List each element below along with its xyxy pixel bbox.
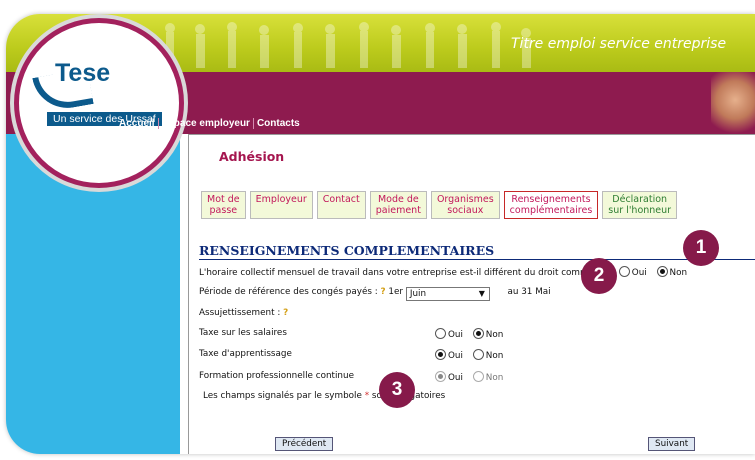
page-title: Adhésion — [219, 149, 285, 164]
help-icon[interactable]: ? — [381, 287, 386, 297]
taxe-apprentissage-options: Oui Non — [435, 349, 510, 361]
horaire-oui-label: Oui — [631, 268, 647, 278]
main-content: Adhésion Mot de passe Employeur Contact … — [180, 134, 755, 454]
formation-oui-radio[interactable] — [435, 371, 446, 382]
content-panel: Adhésion Mot de passe Employeur Contact … — [188, 134, 755, 454]
tab-mot-de-passe[interactable]: Mot de passe — [201, 191, 246, 219]
callout-badge-1: 1 — [683, 230, 719, 266]
tab-renseignements-complementaires[interactable]: Renseignements complémentaires — [503, 191, 599, 219]
taxe-apprentissage-non-label: Non — [485, 351, 504, 361]
horaire-row: L'horaire collectif mensuel de travail d… — [199, 266, 694, 278]
required-note-before: Les champs signalés par le symbole — [203, 391, 362, 401]
formation-label: Formation professionnelle continue — [199, 371, 354, 381]
callout-badge-3: 3 — [379, 372, 415, 408]
callout-badge-2: 2 — [581, 258, 617, 294]
formation-options: Oui Non — [435, 371, 510, 383]
required-star: * — [364, 391, 370, 401]
taxe-apprentissage-oui-radio[interactable] — [435, 349, 446, 360]
banner-title: Titre emploi service entreprise — [511, 36, 727, 52]
nav-item-contacts[interactable]: Contacts — [254, 118, 303, 129]
taxe-salaires-options: Oui Non — [435, 328, 510, 340]
taxe-apprentissage-oui-label: Oui — [448, 351, 463, 361]
wizard-tabs: Mot de passe Employeur Contact Mode de p… — [201, 191, 678, 219]
nav-item-accueil[interactable]: Accueil — [116, 118, 159, 129]
periode-prefix: 1er — [388, 287, 404, 297]
taxe-apprentissage-row: Taxe d'apprentissage — [199, 349, 292, 359]
nav-item-espace-employeur[interactable]: Espace employeur — [159, 118, 254, 129]
person-photo-image — [711, 72, 755, 134]
logo-text: Tese — [55, 59, 111, 87]
month-select[interactable]: Juin ▼ — [405, 287, 490, 301]
periode-suffix: au 31 Mai — [507, 287, 551, 297]
help-icon[interactable]: ? — [283, 308, 288, 318]
horaire-non-radio[interactable] — [656, 266, 668, 277]
next-button[interactable]: Suivant — [648, 437, 696, 451]
formation-oui-label: Oui — [448, 373, 463, 383]
assujettissement-row: Assujettissement : ? — [199, 308, 288, 318]
tab-employeur[interactable]: Employeur — [249, 191, 313, 219]
tab-mode-de-paiement[interactable]: Mode de paiement — [369, 191, 427, 219]
formation-non-label: Non — [485, 373, 504, 383]
horaire-oui-radio[interactable] — [618, 266, 630, 277]
tab-declaration[interactable]: Déclaration sur l'honneur — [602, 191, 678, 219]
horaire-non-label: Non — [669, 268, 688, 278]
formation-row: Formation professionnelle continue — [199, 371, 354, 381]
taxe-salaires-oui-label: Oui — [448, 330, 463, 340]
taxe-salaires-non-label: Non — [485, 330, 504, 340]
assujettissement-label: Assujettissement : — [199, 308, 281, 318]
tese-logo[interactable]: Tese Un service des Urssaf — [14, 18, 184, 188]
people-silhouettes-image — [165, 22, 531, 68]
taxe-salaires-non-radio[interactable] — [472, 328, 484, 339]
taxe-salaires-oui-radio[interactable] — [435, 328, 446, 339]
section-title: RENSEIGNEMENTS COMPLEMENTAIRES — [199, 243, 495, 258]
horaire-label: L'horaire collectif mensuel de travail d… — [199, 268, 608, 278]
top-nav: Accueil Espace employeur Contacts — [116, 118, 303, 129]
periode-row: Période de référence des congés payés : … — [199, 287, 551, 301]
formation-non-radio[interactable] — [472, 371, 484, 382]
taxe-apprentissage-non-radio[interactable] — [472, 349, 484, 360]
taxe-salaires-row: Taxe sur les salaires — [199, 328, 287, 338]
section-divider — [199, 259, 755, 260]
month-select-value: Juin — [409, 289, 427, 299]
taxe-salaires-label: Taxe sur les salaires — [199, 328, 287, 338]
previous-button[interactable]: Précédent — [275, 437, 334, 451]
taxe-apprentissage-label: Taxe d'apprentissage — [199, 349, 292, 359]
chevron-down-icon: ▼ — [478, 289, 485, 298]
periode-label: Période de référence des congés payés : — [199, 287, 378, 297]
tab-contact[interactable]: Contact — [316, 191, 366, 219]
tab-organismes-sociaux[interactable]: Organismes sociaux — [430, 191, 500, 219]
